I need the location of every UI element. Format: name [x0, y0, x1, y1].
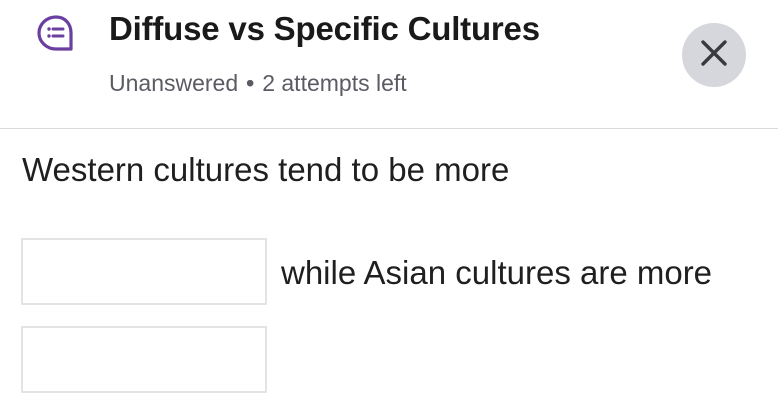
answer-blank-1[interactable] [21, 238, 267, 305]
question-meta: Unanswered • 2 attempts left [109, 70, 407, 97]
meta-separator: • [246, 70, 255, 96]
question-header: Diffuse vs Specific Cultures Unanswered •… [0, 0, 778, 129]
close-icon [700, 39, 728, 72]
attempts-label: 2 attempts left [262, 70, 407, 96]
answer-blank-2[interactable] [21, 326, 267, 393]
close-button[interactable] [682, 23, 746, 87]
status-label: Unanswered [109, 70, 239, 96]
question-title: Diffuse vs Specific Cultures [109, 10, 540, 47]
question-text-before: Western cultures tend to be more [22, 151, 510, 188]
question-text-between: while Asian cultures are more [281, 254, 713, 291]
question-bubble-icon [36, 14, 76, 54]
